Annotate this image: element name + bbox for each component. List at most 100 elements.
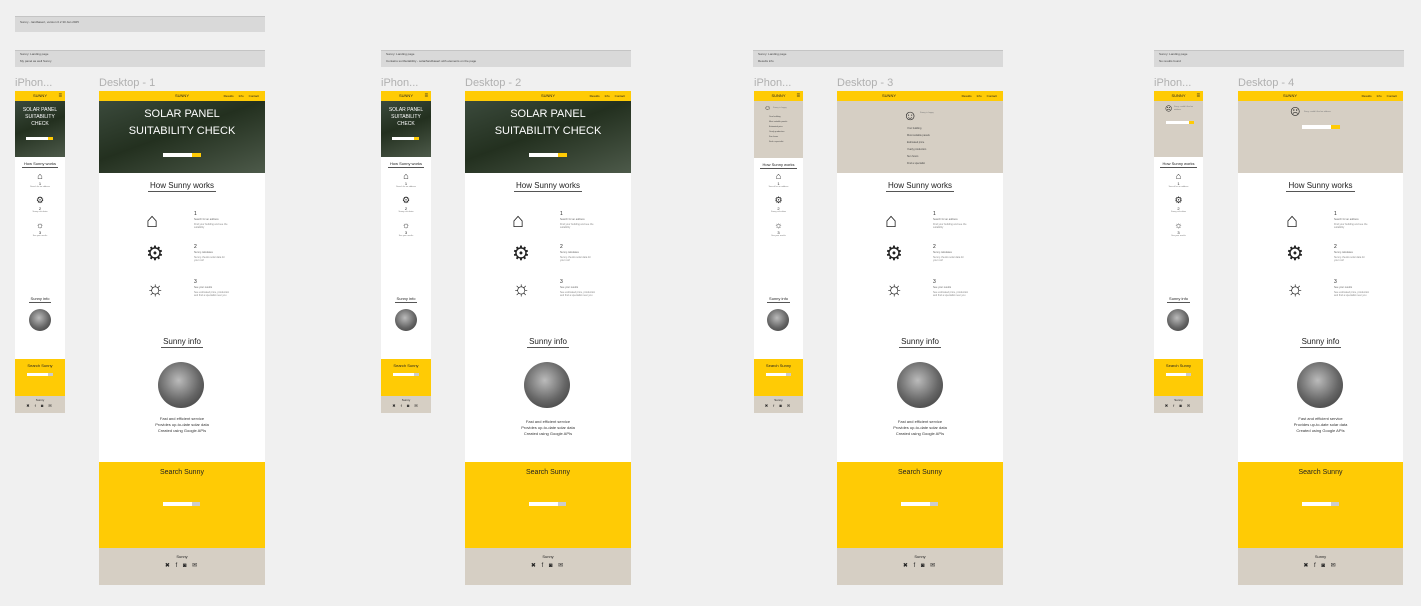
step-title: See your results	[933, 286, 952, 289]
mobile-frame-4: SUNNY ≡ ☹ Sorry, couldn't find an addres…	[1154, 91, 1203, 413]
step-number: 3	[933, 279, 936, 285]
search-bar[interactable]	[1166, 121, 1194, 124]
navbar: SUNNY Results Info Contact	[99, 91, 265, 101]
footer-brand: Sunny	[1174, 398, 1183, 402]
footer: Sunny ✖ f ◙ ✉	[15, 396, 65, 413]
search-bar[interactable]	[27, 373, 53, 376]
step-number: 1	[560, 211, 563, 217]
frame-label-desktop-4[interactable]: Desktop - 4	[1238, 77, 1294, 89]
step-title: See your results	[1171, 235, 1186, 237]
menu-icon[interactable]: ≡	[1196, 93, 1200, 99]
mobile-frame-2: SUNNY ≡ SOLAR PANEL SUITABILITY CHECK Ho…	[381, 91, 431, 413]
nav-links: Results Info Contact	[1357, 91, 1397, 101]
nav-link-contact[interactable]: Contact	[1387, 94, 1397, 98]
result-item: Sun hours	[907, 155, 919, 158]
navbar: SUNNY Results Info Contact	[837, 91, 1003, 101]
nav-link-info[interactable]: Info	[605, 94, 610, 98]
how-steps: ⌂ 1 Search for an address ⚙ 2 Sunny calc…	[754, 171, 803, 238]
social-icons[interactable]: ✖ f ◙ ✉	[837, 562, 1003, 569]
nav-link-info[interactable]: Info	[239, 94, 244, 98]
solar-panel-icon: ☼	[146, 278, 165, 300]
search-title: Search Sunny	[27, 363, 53, 368]
search-bar[interactable]	[163, 153, 201, 157]
menu-icon[interactable]: ≡	[796, 93, 800, 99]
step-title: Sunny calculates	[1170, 211, 1187, 213]
search-bar[interactable]	[26, 137, 53, 140]
nav-link-contact[interactable]: Contact	[615, 94, 625, 98]
results-heading: Sunny is happy	[773, 107, 787, 109]
search-bar[interactable]	[766, 373, 791, 376]
menu-icon[interactable]: ≡	[424, 93, 428, 99]
nav-link-info[interactable]: Info	[977, 94, 982, 98]
how-steps: ⌂ 1 Search for an address ⚙ 2 Sunny calc…	[15, 171, 65, 238]
step-text: Sunny checks solar data for your roof	[1334, 256, 1365, 262]
how-title: How Sunny works	[147, 181, 217, 192]
search-bar[interactable]	[901, 502, 938, 506]
nav-link-results[interactable]: Results	[962, 94, 972, 98]
search-section: Search Sunny	[1154, 359, 1203, 396]
social-icons[interactable]: ✖ f ◙ ✉	[754, 403, 803, 408]
frame-label-desktop-1[interactable]: Desktop - 1	[99, 77, 155, 89]
gear-icon: ⚙	[401, 195, 411, 205]
step-number: 3	[1334, 279, 1337, 285]
menu-icon[interactable]: ≡	[58, 93, 62, 99]
social-icons[interactable]: ✖ f ◙ ✉	[1238, 562, 1403, 569]
step-text: Sunny checks solar data for your roof	[933, 256, 964, 262]
frame-label-mobile-1[interactable]: iPhon...	[15, 77, 52, 89]
step-title: Sunny calculates	[933, 251, 952, 254]
step-text: Sunny checks solar data for your roof	[560, 256, 591, 262]
frame-label-desktop-2[interactable]: Desktop - 2	[465, 77, 521, 89]
nav-link-contact[interactable]: Contact	[987, 94, 997, 98]
search-title: Search Sunny	[393, 363, 419, 368]
info-title: Sunny info	[767, 296, 790, 303]
footer: Sunny ✖ f ◙ ✉	[465, 548, 631, 585]
step-title: Sunny calculates	[32, 211, 48, 213]
social-icons[interactable]: ✖ f ◙ ✉	[99, 562, 265, 569]
frame-label-mobile-2[interactable]: iPhon...	[381, 77, 418, 89]
note-line: Sunny: Landing page	[20, 52, 49, 56]
nav-link-results[interactable]: Results	[1362, 94, 1372, 98]
hero-line: SUITABILITY	[25, 114, 55, 120]
social-icons[interactable]: ✖ f ◙ ✉	[15, 403, 65, 408]
search-bar[interactable]	[529, 153, 567, 157]
step-title: See your results	[194, 286, 213, 289]
solar-panel-icon: ☼	[35, 220, 45, 230]
footer: Sunny ✖ f ◙ ✉	[381, 396, 431, 413]
info-title: Sunny info	[527, 337, 569, 348]
gear-icon: ⚙	[35, 195, 45, 205]
search-section: Search Sunny	[99, 462, 265, 548]
frame-label-mobile-4[interactable]: iPhon...	[1154, 77, 1191, 89]
social-icons[interactable]: ✖ f ◙ ✉	[465, 562, 631, 569]
nav-link-contact[interactable]: Contact	[249, 94, 259, 98]
hero: SOLAR PANEL SUITABILITY CHECK	[465, 101, 631, 173]
house-icon: ⌂	[775, 171, 782, 181]
search-bar[interactable]	[529, 502, 566, 506]
step-title: Search for an address	[30, 186, 50, 188]
frame-label-mobile-3[interactable]: iPhon...	[754, 77, 791, 89]
nav-link-results[interactable]: Results	[590, 94, 600, 98]
nav-link-results[interactable]: Results	[224, 94, 234, 98]
search-bar[interactable]	[1166, 373, 1191, 376]
note-line: My panel as well Sunny	[20, 59, 52, 63]
nav-links: Results Info Contact	[585, 91, 625, 101]
solar-panel-icon: ☼	[1286, 278, 1305, 300]
nav-link-info[interactable]: Info	[1377, 94, 1382, 98]
search-bar[interactable]	[393, 373, 419, 376]
note-line: Contains sunSuitability - solar/landbase…	[386, 59, 477, 63]
frame-label-desktop-3[interactable]: Desktop - 3	[837, 77, 893, 89]
info-line: Created using Google APIs	[523, 431, 573, 436]
social-icons[interactable]: ✖ f ◙ ✉	[381, 403, 431, 408]
search-bar[interactable]	[163, 502, 200, 506]
search-bar[interactable]	[392, 137, 419, 140]
info-image	[1297, 362, 1343, 408]
navbar: SUNNY Results Info Contact	[1238, 91, 1403, 101]
step-title: See your results	[32, 235, 48, 237]
social-icons[interactable]: ✖ f ◙ ✉	[1154, 403, 1203, 408]
footer: Sunny ✖ f ◙ ✉	[1238, 548, 1403, 585]
info-line: Created using Google APIs	[895, 431, 945, 436]
desktop-frame-4: SUNNY Results Info Contact ☹ Sorry, couldn…	[1238, 91, 1403, 585]
mobile-frame-1: SUNNY ≡ SOLAR PANEL SUITABILITY CHECK Ho…	[15, 91, 65, 413]
search-bar[interactable]	[1302, 125, 1340, 129]
result-item: Most suitable panels	[907, 134, 930, 137]
search-bar[interactable]	[1302, 502, 1339, 506]
